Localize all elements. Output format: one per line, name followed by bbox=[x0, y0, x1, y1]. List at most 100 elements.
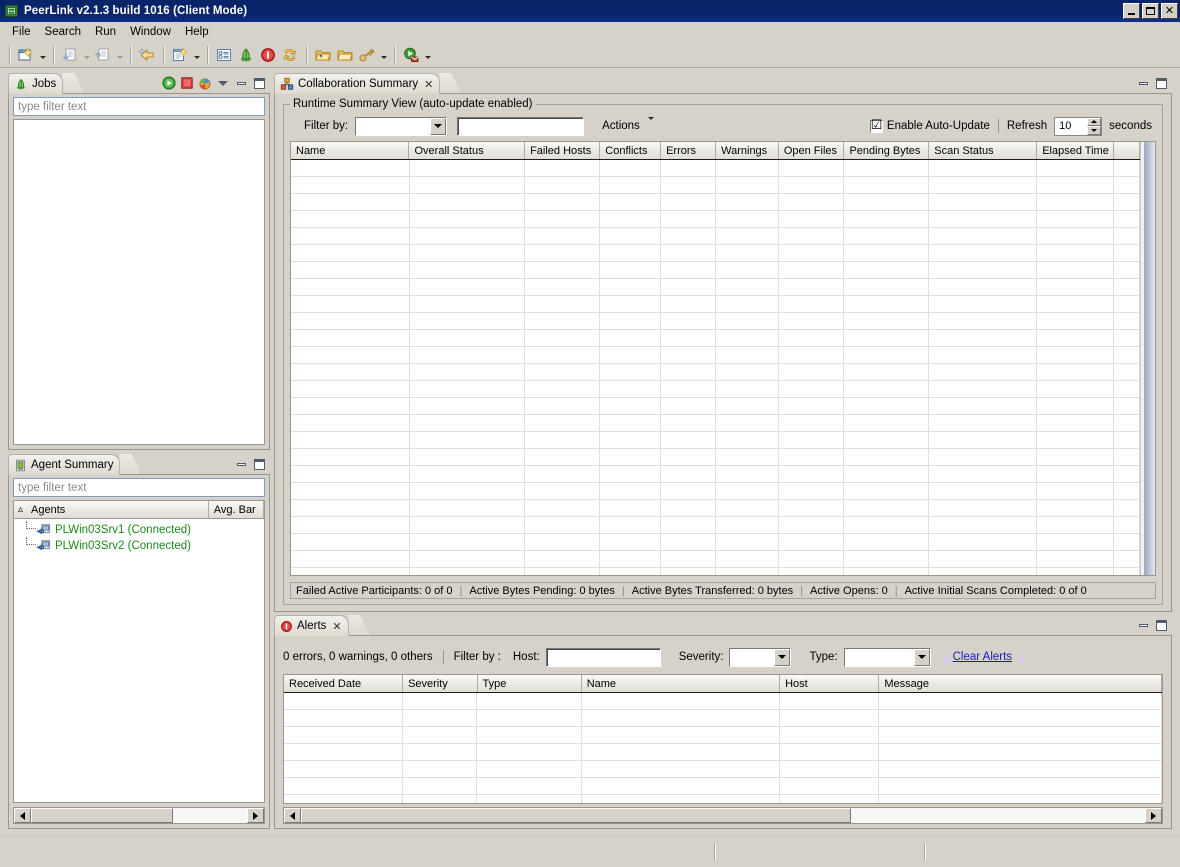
menu-item-file[interactable]: File bbox=[5, 24, 38, 40]
run-agent-dropdown-arrow[interactable] bbox=[422, 44, 433, 66]
hscroll-left-arrow[interactable] bbox=[14, 808, 31, 823]
alerts-severity-combo[interactable] bbox=[729, 647, 792, 667]
table-row[interactable] bbox=[284, 778, 1162, 795]
collaboration-maximize-button[interactable] bbox=[1154, 76, 1168, 90]
collaboration-minimize-button[interactable] bbox=[1136, 76, 1150, 90]
list-item[interactable]: PLWin03Srv1 (Connected) bbox=[14, 521, 264, 538]
alerts-col-severity[interactable]: Severity bbox=[403, 675, 478, 692]
table-row[interactable] bbox=[291, 194, 1140, 211]
table-row[interactable] bbox=[284, 693, 1162, 710]
start-job-icon[interactable] bbox=[162, 76, 176, 90]
key-dropdown-arrow[interactable] bbox=[378, 44, 389, 66]
tab-collaboration-summary[interactable]: Collaboration Summary ✕ bbox=[274, 73, 441, 94]
table-row[interactable] bbox=[291, 279, 1140, 296]
table-row[interactable] bbox=[291, 330, 1140, 347]
key-icon[interactable] bbox=[356, 44, 378, 66]
close-icon[interactable]: ✕ bbox=[424, 78, 433, 91]
agent-summary-maximize-button[interactable] bbox=[252, 457, 266, 471]
table-row[interactable] bbox=[291, 449, 1140, 466]
table-row[interactable] bbox=[291, 160, 1140, 177]
run-agent-icon[interactable] bbox=[400, 44, 422, 66]
col-warnings[interactable]: Warnings bbox=[716, 142, 779, 159]
window-close-button[interactable]: ✕ bbox=[1161, 3, 1178, 19]
window-maximize-button[interactable] bbox=[1142, 3, 1159, 19]
tab-alerts[interactable]: Alerts ✕ bbox=[274, 615, 349, 636]
jobs-view-minimize-button[interactable] bbox=[234, 76, 248, 90]
hscroll-left-arrow[interactable] bbox=[284, 808, 301, 823]
clear-alerts-link[interactable]: Clear Alerts bbox=[953, 651, 1012, 663]
jobs-filter-input[interactable]: type filter text bbox=[13, 97, 265, 116]
table-row[interactable] bbox=[284, 727, 1162, 744]
table-row[interactable] bbox=[291, 432, 1140, 449]
agent-summary-minimize-button[interactable] bbox=[234, 457, 248, 471]
filter-text-input[interactable] bbox=[457, 116, 585, 136]
table-row[interactable] bbox=[291, 296, 1140, 313]
agent-table-hscrollbar[interactable] bbox=[13, 807, 265, 824]
export-icon[interactable] bbox=[92, 44, 114, 66]
table-row[interactable] bbox=[291, 211, 1140, 228]
alerts-icon[interactable] bbox=[257, 44, 279, 66]
col-extra[interactable] bbox=[1114, 142, 1140, 159]
table-row[interactable] bbox=[291, 381, 1140, 398]
col-name[interactable]: Name bbox=[291, 142, 410, 159]
export-dropdown-arrow[interactable] bbox=[114, 44, 125, 66]
table-row[interactable] bbox=[291, 313, 1140, 330]
refresh-seconds-spinner[interactable]: 10 bbox=[1054, 116, 1103, 136]
alerts-col-host[interactable]: Host bbox=[780, 675, 880, 692]
menu-item-search[interactable]: Search bbox=[38, 24, 88, 40]
col-elapsed-time[interactable]: Elapsed Time bbox=[1037, 142, 1115, 159]
jobs-icon[interactable] bbox=[235, 44, 257, 66]
alerts-type-combo[interactable] bbox=[843, 647, 931, 667]
menu-item-help[interactable]: Help bbox=[178, 24, 216, 40]
chevron-down-icon[interactable] bbox=[430, 117, 447, 135]
new-job-icon[interactable] bbox=[15, 44, 37, 66]
enable-auto-update-checkbox[interactable]: ☑ bbox=[869, 119, 883, 133]
jobs-list[interactable] bbox=[13, 119, 265, 445]
new-wizard-icon[interactable] bbox=[169, 44, 191, 66]
alerts-col-message[interactable]: Message bbox=[879, 675, 1162, 692]
collaboration-table-body[interactable] bbox=[291, 160, 1140, 575]
open-folder-icon[interactable] bbox=[334, 44, 356, 66]
hscroll-thumb[interactable] bbox=[31, 808, 173, 823]
table-row[interactable] bbox=[291, 177, 1140, 194]
properties-icon[interactable] bbox=[213, 44, 235, 66]
window-minimize-button[interactable] bbox=[1123, 3, 1140, 19]
jobs-view-maximize-button[interactable] bbox=[252, 76, 266, 90]
col-overall-status[interactable]: Overall Status bbox=[409, 142, 526, 159]
table-row[interactable] bbox=[291, 262, 1140, 279]
alerts-col-received-date[interactable]: Received Date bbox=[284, 675, 404, 692]
collaboration-table-vscrollbar[interactable] bbox=[1139, 142, 1155, 575]
alerts-minimize-button[interactable] bbox=[1136, 618, 1150, 632]
agent-col-avg-bandwidth[interactable]: Avg. Bar bbox=[208, 501, 264, 518]
alerts-col-type[interactable]: Type bbox=[477, 675, 582, 692]
menu-item-run[interactable]: Run bbox=[88, 24, 123, 40]
actions-label[interactable]: Actions bbox=[602, 120, 640, 132]
chevron-down-icon[interactable] bbox=[913, 648, 930, 666]
stop-job-icon[interactable] bbox=[180, 76, 194, 90]
table-row[interactable] bbox=[291, 551, 1140, 568]
table-row[interactable] bbox=[284, 795, 1162, 803]
table-row[interactable] bbox=[291, 245, 1140, 262]
table-row[interactable] bbox=[291, 228, 1140, 245]
tab-agent-summary[interactable]: Agent Summary bbox=[8, 454, 121, 475]
chevron-down-icon[interactable] bbox=[774, 648, 791, 666]
list-item[interactable]: PLWin03Srv2 (Connected) bbox=[14, 537, 264, 554]
spinner-up-button[interactable] bbox=[1087, 117, 1102, 126]
hscroll-thumb[interactable] bbox=[301, 808, 851, 823]
filter-by-combo[interactable] bbox=[355, 116, 448, 136]
back-arrow-icon[interactable] bbox=[136, 44, 158, 66]
menu-item-window[interactable]: Window bbox=[123, 24, 178, 40]
alerts-maximize-button[interactable] bbox=[1154, 618, 1168, 632]
table-row[interactable] bbox=[291, 568, 1140, 575]
jobs-view-menu-button[interactable] bbox=[216, 76, 230, 90]
table-row[interactable] bbox=[291, 466, 1140, 483]
table-row[interactable] bbox=[291, 347, 1140, 364]
table-row[interactable] bbox=[291, 483, 1140, 500]
refresh-seconds-value[interactable]: 10 bbox=[1055, 117, 1088, 135]
agent-col-agents[interactable]: ▵ Agents bbox=[14, 501, 209, 518]
table-row[interactable] bbox=[291, 398, 1140, 415]
col-errors[interactable]: Errors bbox=[661, 142, 717, 159]
enable-auto-update-label[interactable]: Enable Auto-Update bbox=[887, 120, 990, 132]
table-row[interactable] bbox=[291, 517, 1140, 534]
import-dropdown-arrow[interactable] bbox=[81, 44, 92, 66]
